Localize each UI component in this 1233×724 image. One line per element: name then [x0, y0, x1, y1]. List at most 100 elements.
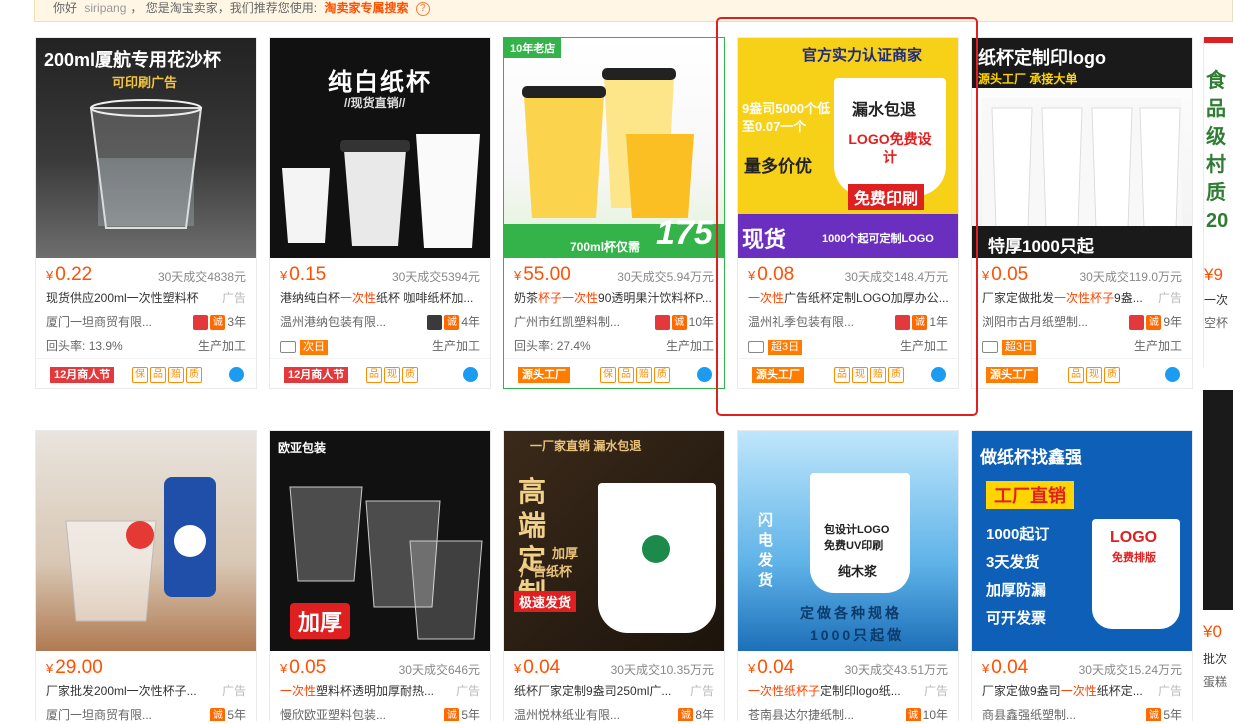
quality-icon: 品	[618, 367, 634, 383]
product-card[interactable]: 包设计LOGO 免费UV印刷 纯木浆 闪电发货 定做各种规格 1000只起做 ¥…	[737, 430, 959, 721]
title-text: 塑料杯透明加厚耐热...	[316, 684, 435, 698]
product-title[interactable]: 纸杯厂家定制9盎司250ml广... 广告	[504, 679, 724, 703]
shop-name[interactable]: 慢欣欧亚塑料包装...	[280, 708, 386, 721]
bank-logo-icon	[642, 535, 670, 563]
sales-volume: 30天成交119.0万元	[1079, 270, 1183, 284]
shop-name[interactable]: 商县鑫强纸塑制...	[982, 708, 1076, 721]
wangwang-chat-icon[interactable]	[1165, 367, 1180, 382]
title-highlight: 一次性	[1060, 684, 1097, 698]
product-card-partial[interactable]: ¥0 批次 蛋糕	[1203, 390, 1233, 724]
shop-name[interactable]: 厦门一坦商贸有限...	[46, 315, 152, 329]
price: ¥9	[1204, 265, 1223, 284]
product-image[interactable]: 纯白纸杯 //现货直销//	[270, 38, 490, 258]
product-title[interactable]: 奶茶杯子一次性90透明果汁饮料杯P...	[504, 286, 724, 310]
wangwang-chat-icon[interactable]	[463, 367, 478, 382]
sales-volume: 30天成交43.51万元	[844, 663, 948, 677]
help-icon[interactable]: ?	[415, 1, 430, 16]
feature-text: 可开发票	[986, 610, 1047, 627]
business-type: 生产加工	[1133, 339, 1182, 353]
cheng-icon: 诚	[912, 315, 928, 331]
product-image[interactable]: 食品级村质20	[1204, 37, 1233, 257]
shop-name[interactable]: 温州港纳包装有限...	[280, 315, 386, 329]
ad-label: 广告	[1153, 679, 1182, 703]
product-title[interactable]: 厂家定做批发一次性杯子9盎... 广告	[972, 286, 1192, 310]
shop-years: 10年	[922, 708, 948, 721]
product-title[interactable]: 一次性塑料杯透明加厚耐热... 广告	[270, 679, 490, 703]
product-image[interactable]	[36, 431, 256, 651]
shop-name[interactable]: 蛋糕	[1203, 673, 1233, 690]
product-title[interactable]: 一次	[1204, 291, 1233, 308]
product-image[interactable]: 做纸杯找鑫强 工厂直销 1000起订 3天发货 加厚防漏 可开发票 LOGO 免…	[972, 431, 1192, 651]
product-card-partial[interactable]: 食品级村质20 ¥9 一次 空杯	[1203, 37, 1233, 367]
compensation-icon: 赔	[168, 367, 184, 383]
currency-symbol: ¥	[46, 661, 54, 676]
title-text: 纸杯厂家定制9盎司250ml广...	[514, 684, 672, 698]
shop-name[interactable]: 温州礼季包装有限...	[748, 315, 854, 329]
greeting-text: 你好	[53, 1, 78, 15]
shop-name[interactable]: 温州悦林纸业有限...	[514, 708, 620, 721]
shop-years: 9年	[1163, 315, 1182, 329]
product-title[interactable]: 一次性广告纸杯定制LOGO加厚办公...	[738, 286, 958, 310]
price-value: 0.05	[991, 264, 1029, 285]
shop-name[interactable]: 苍南县达尔捷纸制...	[748, 708, 854, 721]
in-stock-text: 现货	[742, 227, 787, 252]
shop-name[interactable]: 厦门一坦商贸有限...	[46, 708, 152, 721]
inspection-icon: 质	[1104, 367, 1120, 383]
product-title[interactable]: 厂家批发200ml一次性杯子... 广告	[36, 679, 256, 703]
product-title[interactable]: 批次	[1203, 650, 1233, 667]
product-card[interactable]: 10年老店 700ml杯仅需 175 ¥55.00 30天成交5.94万元 奶茶…	[503, 37, 725, 389]
cheng-icon: 诚	[444, 315, 460, 331]
plastic-cup-with-can-illustration	[65, 477, 216, 622]
guarantee-icon: 保	[132, 367, 148, 383]
seller-search-link[interactable]: 淘卖家专属搜索	[324, 1, 408, 15]
business-type: 生产加工	[197, 339, 246, 353]
shop-row: 慢欣欧亚塑料包装... 诚 5年	[270, 703, 490, 721]
product-image[interactable]: 欧亚包装 加厚	[270, 431, 490, 651]
product-image[interactable]: 官方实力认证商家 9盎司5000个低至0.07一个 漏水包退 LOGO免费设计 …	[738, 38, 958, 258]
shop-name[interactable]: 浏阳市古月纸塑制...	[982, 315, 1088, 329]
product-image[interactable]: 10年老店 700ml杯仅需 175	[504, 38, 724, 258]
shop-name[interactable]: 空杯	[1204, 314, 1233, 331]
shop-row: 温州悦林纸业有限... 诚 8年	[504, 703, 724, 721]
product-title[interactable]: 一次性纸杯子定制印logo纸... 广告	[738, 679, 958, 703]
product-image[interactable]	[1203, 390, 1233, 610]
wangwang-chat-icon[interactable]	[697, 367, 712, 382]
shop-name[interactable]: 广州市红凯塑料制...	[514, 315, 620, 329]
sales-volume: 30天成交646元	[398, 663, 480, 677]
product-card[interactable]: 欧亚包装 加厚 ¥0.05 30天成交646元 一次性塑料杯透明加厚耐热... 广…	[269, 430, 491, 721]
product-card[interactable]: 纸杯定制印logo 源头工厂 承接大单 特厚1000只起 ¥0.05 30天成交…	[971, 37, 1193, 389]
product-title[interactable]: 厂家定做9盎司一次性纸杯定... 广告	[972, 679, 1192, 703]
shop-row: 温州港纳包装有限... 诚 4年	[270, 310, 490, 334]
currency-symbol: ¥	[514, 268, 522, 283]
product-image[interactable]: 一厂家直销 漏水包退 高端定制 加厚 广告纸杯 极速发货	[504, 431, 724, 651]
cheng-icon: 诚	[905, 708, 921, 721]
product-card-highlighted[interactable]: 官方实力认证商家 9盎司5000个低至0.07一个 漏水包退 LOGO免费设计 …	[737, 37, 959, 389]
product-card[interactable]: 200ml厦航专用花沙杯 可印刷广告 ¥0.22 30天成交4838元 现货供应…	[35, 37, 257, 389]
product-image[interactable]: 包设计LOGO 免费UV印刷 纯木浆 闪电发货 定做各种规格 1000只起做	[738, 431, 958, 651]
stock-icon: 现	[852, 367, 868, 383]
meta-row: 超3日 生产加工	[972, 334, 1192, 358]
promo-tag: 12月商人节	[50, 367, 115, 383]
username-link[interactable]: siripang	[84, 1, 126, 15]
promo-tag: 12月商人节	[284, 367, 349, 383]
product-image[interactable]: 纸杯定制印logo 源头工厂 承接大单 特厚1000只起	[972, 38, 1192, 258]
currency-symbol: ¥	[982, 661, 990, 676]
image-headline: 做纸杯找鑫强	[980, 448, 1082, 467]
product-image[interactable]: 200ml厦航专用花沙杯 可印刷广告	[36, 38, 256, 258]
wangwang-chat-icon[interactable]	[229, 367, 244, 382]
product-card[interactable]: 纯白纸杯 //现货直销// ¥0.15 30天成交5394元 港纳纯白杯一次性纸…	[269, 37, 491, 389]
design-logo-text: 包设计LOGO	[824, 524, 890, 536]
image-headline: 食品级村质20	[1206, 70, 1229, 232]
price: ¥0.15	[280, 264, 326, 286]
title-text: 奶茶	[514, 291, 539, 305]
price-row: ¥0.05 30天成交646元	[270, 651, 490, 679]
product-card[interactable]: 做纸杯找鑫强 工厂直销 1000起订 3天发货 加厚防漏 可开发票 LOGO 免…	[971, 430, 1193, 721]
shop-row: 厦门一坦商贸有限... 诚 5年	[36, 703, 256, 721]
product-card[interactable]: ¥29.00 厂家批发200ml一次性杯子... 广告 厦门一坦商贸有限... 诚…	[35, 430, 257, 721]
shop-row: 商县鑫强纸塑制... 诚 5年	[972, 703, 1192, 721]
cheng-icon: 诚	[1146, 315, 1162, 331]
product-card[interactable]: 一厂家直销 漏水包退 高端定制 加厚 广告纸杯 极速发货 ¥0.04 30天成交…	[503, 430, 725, 721]
wangwang-chat-icon[interactable]	[931, 367, 946, 382]
product-title[interactable]: 现货供应200ml一次性塑料杯 广告	[36, 286, 256, 310]
product-title[interactable]: 港纳纯白杯一次性纸杯 咖啡纸杯加...	[270, 286, 490, 310]
